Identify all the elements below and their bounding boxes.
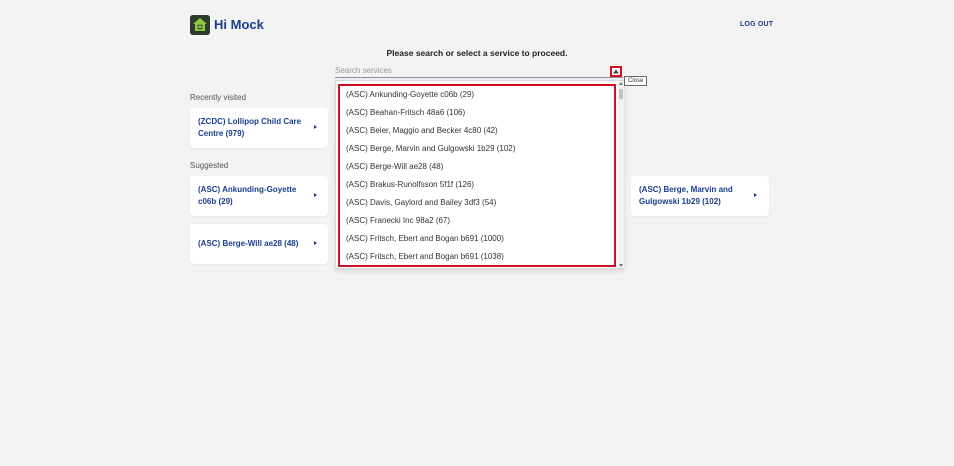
suggested-service-card[interactable]: (ASC) Berge, Marvin and Gulgowski 1b29 (… [631, 176, 769, 216]
dropdown-option[interactable]: (ASC) Fritsch, Ebert and Bogan b691 (100… [346, 232, 612, 246]
dropdown-option[interactable]: (ASC) Fritsch, Ebert and Bogan b691 (103… [346, 250, 612, 264]
dropdown-option[interactable]: (ASC) Berge, Marvin and Gulgowski 1b29 (… [346, 142, 612, 156]
dropdown-option[interactable]: (ASC) Ankunding-Goyette c06b (29) [346, 88, 612, 102]
search-input[interactable] [335, 64, 605, 77]
house-logo-icon [190, 15, 210, 35]
card-label: (ASC) Ankunding-Goyette c06b (29) [198, 185, 297, 206]
recently-visited-label: Recently visited [190, 93, 247, 102]
dropdown-option[interactable]: (ASC) Franecki Inc 98a2 (67) [346, 214, 612, 228]
dropdown-option[interactable]: (ASC) Beier, Maggio and Becker 4c80 (42) [346, 124, 612, 138]
options-highlight-frame: (ASC) Ankunding-Goyette c06b (29) (ASC) … [338, 84, 616, 267]
chevron-right-icon [314, 241, 317, 245]
card-label: (ASC) Berge-Will ae28 (48) [198, 239, 299, 248]
greeting-title: Hi Mock [214, 17, 264, 32]
chevron-right-icon [754, 193, 757, 197]
dropdown-option[interactable]: (ASC) Beahan-Fritsch 48a6 (106) [346, 106, 612, 120]
scroll-up-arrow-icon[interactable] [619, 82, 623, 85]
card-label: (ZCDC) Lollipop Child Care Centre (979) [198, 117, 302, 138]
chevron-right-icon [314, 193, 317, 197]
service-dropdown-list: (ASC) Ankunding-Goyette c06b (29) (ASC) … [335, 80, 624, 269]
dropdown-option[interactable]: (ASC) Brakus-Runolfsson 5f1f (126) [346, 178, 612, 192]
close-tooltip: Close [624, 76, 648, 86]
suggested-label: Suggested [190, 161, 229, 170]
page-prompt: Please search or select a service to pro… [386, 48, 568, 58]
scrollbar-thumb[interactable] [619, 89, 623, 99]
chevron-up-icon [613, 69, 619, 74]
search-field [335, 64, 623, 78]
recent-service-card[interactable]: (ZCDC) Lollipop Child Care Centre (979) [190, 108, 328, 148]
dropdown-toggle-button[interactable] [610, 66, 622, 77]
logout-link[interactable]: LOG OUT [740, 21, 773, 28]
dropdown-option[interactable]: (ASC) Davis, Gaylord and Bailey 3df3 (54… [346, 196, 612, 210]
scroll-down-arrow-icon[interactable] [619, 264, 623, 267]
suggested-service-card[interactable]: (ASC) Berge-Will ae28 (48) [190, 224, 328, 264]
chevron-right-icon [314, 125, 317, 129]
dropdown-option[interactable]: (ASC) Berge-Will ae28 (48) [346, 160, 612, 174]
suggested-service-card[interactable]: (ASC) Ankunding-Goyette c06b (29) [190, 176, 328, 216]
dropdown-scrollbar[interactable] [618, 81, 624, 268]
card-label: (ASC) Berge, Marvin and Gulgowski 1b29 (… [639, 185, 733, 206]
